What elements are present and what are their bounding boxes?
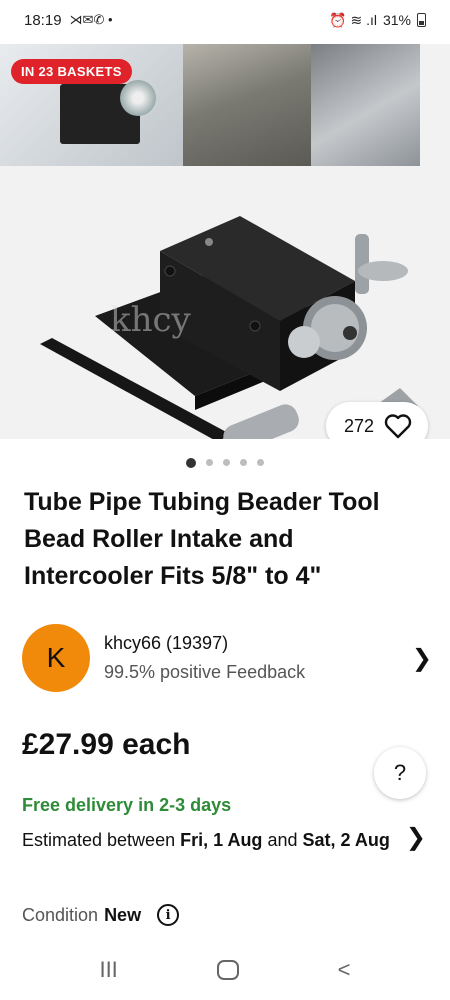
battery-level: 31% — [382, 12, 411, 28]
thumbnail-drill-image — [311, 44, 420, 166]
estimate-date-from: Fri, 1 Aug — [180, 830, 263, 850]
watchers-like-button[interactable]: 272 — [325, 402, 428, 439]
condition-label: Condition — [22, 904, 99, 925]
recent-apps-icon[interactable]: III — [99, 957, 117, 983]
notification-icons: ⋊✉✆ • — [69, 12, 113, 27]
status-signal-icons: ⏰ ≋ .ıl — [329, 11, 377, 28]
help-button[interactable]: ? — [374, 747, 426, 799]
gallery-pager-dots — [0, 457, 450, 468]
product-gallery[interactable]: IN 23 BASKETS khcy 272 — [0, 44, 450, 439]
status-bar: 18:19 ⋊✉✆ • ⏰ ≋ .ıl 31% — [0, 0, 450, 40]
svg-text:khcy: khcy — [110, 300, 192, 340]
pager-dot[interactable] — [257, 459, 264, 466]
pager-dot[interactable] — [223, 459, 230, 466]
heart-icon — [384, 414, 412, 439]
pager-dot[interactable] — [206, 459, 213, 466]
thumbnail-workshop-image — [183, 44, 311, 166]
condition-row: Condition New i — [22, 904, 180, 926]
product-title: Tube Pipe Tubing Beader Tool Bead Roller… — [24, 488, 380, 590]
condition-value: New — [104, 904, 142, 925]
system-navbar: III < — [0, 940, 450, 1000]
back-icon[interactable]: < — [338, 957, 351, 983]
seller-row[interactable]: K khcy66 (19397) 99.5% positive Feedback… — [22, 624, 432, 692]
baskets-badge: IN 23 BASKETS — [11, 59, 132, 84]
home-icon[interactable] — [216, 960, 239, 980]
status-time: 18:19 — [24, 11, 62, 29]
estimate-mid: and — [262, 830, 303, 850]
vice-roller-shape — [120, 80, 156, 116]
delivery-headline: Free delivery in 2-3 days — [22, 795, 232, 815]
delivery-estimate[interactable]: Estimated between Fri, 1 Aug and Sat, 2 … — [22, 826, 402, 854]
bead-roller-tool-image: khcy — [40, 216, 418, 439]
seller-feedback: 99.5% positive Feedback — [104, 662, 306, 682]
like-count: 272 — [343, 415, 374, 436]
price-label: £27.99 each — [22, 728, 191, 761]
estimate-date-to: Sat, 2 Aug — [302, 830, 390, 850]
battery-icon — [417, 13, 426, 27]
seller-name: khcy66 (19397) — [104, 633, 229, 653]
estimate-prefix: Estimated between — [22, 830, 181, 850]
chevron-right-icon: ❯ — [411, 644, 432, 672]
chevron-right-icon[interactable]: ❯ — [406, 823, 426, 852]
pager-dot-active[interactable] — [186, 457, 196, 468]
seller-avatar: K — [22, 624, 90, 692]
thumbnail-edge — [420, 44, 450, 166]
pager-dot[interactable] — [240, 459, 247, 466]
info-icon[interactable]: i — [157, 904, 180, 926]
